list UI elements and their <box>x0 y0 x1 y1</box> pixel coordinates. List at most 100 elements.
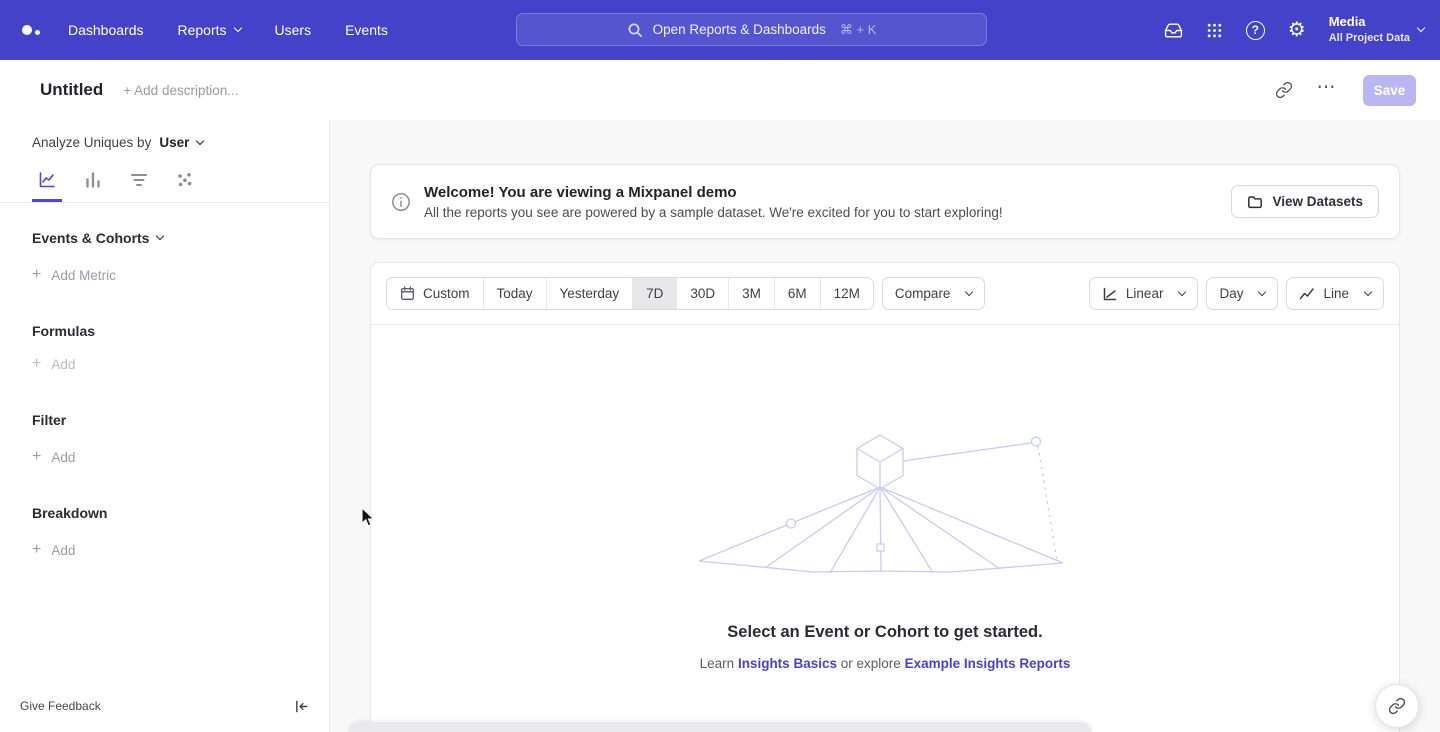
logo-dot-small <box>35 30 40 35</box>
date-range-yesterday[interactable]: Yesterday <box>546 278 633 309</box>
mixpanel-app: Dashboards Reports Users Events Open Rep… <box>0 0 1440 732</box>
compare-button[interactable]: Compare <box>882 277 986 310</box>
linear-scale-icon <box>1102 286 1118 302</box>
view-datasets-button[interactable]: View Datasets <box>1231 185 1379 218</box>
breakdown-section: Breakdown <box>32 505 329 521</box>
date-range-today[interactable]: Today <box>483 278 546 309</box>
bar-chart-tab[interactable] <box>78 160 108 202</box>
chart-type-label: Line <box>1323 286 1349 301</box>
add-filter-button[interactable]: + Add <box>32 449 75 465</box>
report-header-actions: ⋯ Save <box>1267 73 1416 107</box>
example-insights-reports-link[interactable]: Example Insights Reports <box>905 656 1071 671</box>
add-breakdown-button[interactable]: + Add <box>32 542 75 558</box>
date-range-label: Yesterday <box>560 286 620 301</box>
empty-state-illustration <box>695 425 1075 577</box>
interval-select[interactable]: Day <box>1206 277 1278 310</box>
date-range-label: 7D <box>646 286 663 301</box>
gear-glyph: ⚙ <box>1288 20 1306 40</box>
help-question-glyph: ? <box>1246 21 1265 40</box>
scatter-chart-tab[interactable] <box>170 160 200 202</box>
date-range-3m[interactable]: 3M <box>728 278 774 309</box>
formulas-label: Formulas <box>32 323 95 339</box>
add-formula-button[interactable]: + Add <box>32 356 75 372</box>
global-search-button[interactable]: Open Reports & Dashboards ⌘ + K <box>516 13 987 46</box>
insights-basics-link[interactable]: Insights Basics <box>738 656 837 671</box>
apps-grid-icon[interactable] <box>1206 22 1223 39</box>
chart-toolbar: Custom Today Yesterday 7D 30D 3M 6M 12M … <box>371 263 1399 325</box>
collapse-sidebar-icon[interactable] <box>294 699 309 714</box>
project-dataset: All Project Data <box>1329 31 1410 45</box>
formulas-header[interactable]: Formulas <box>32 323 95 339</box>
date-range-label: Custom <box>423 286 470 301</box>
empty-state-subtitle: Learn Insights Basics or explore Example… <box>700 656 1071 671</box>
settings-gear-icon[interactable]: ⚙ <box>1288 20 1306 40</box>
chevron-down-icon <box>196 136 204 144</box>
mixpanel-logo[interactable] <box>22 25 40 35</box>
breakdown-header[interactable]: Breakdown <box>32 505 107 521</box>
add-metric-button[interactable]: + Add Metric <box>32 267 116 283</box>
sidebar-footer: Give Feedback <box>0 688 329 732</box>
search-icon <box>627 22 643 38</box>
give-feedback-link[interactable]: Give Feedback <box>20 699 101 713</box>
date-range-7d[interactable]: 7D <box>632 278 676 309</box>
analyze-by-select[interactable]: User <box>159 135 203 150</box>
more-options-icon[interactable]: ⋯ <box>1309 73 1343 107</box>
welcome-banner: Welcome! You are viewing a Mixpanel demo… <box>370 164 1400 239</box>
chart-type-select[interactable]: Line <box>1286 277 1384 310</box>
analyze-uniques-row: Analyze Uniques by User <box>0 120 329 160</box>
learn-prefix: Learn <box>700 656 735 671</box>
bottom-panel-peek[interactable] <box>348 722 1092 732</box>
chevron-down-icon <box>1364 287 1372 295</box>
insights-report-card: Custom Today Yesterday 7D 30D 3M 6M 12M … <box>370 262 1400 732</box>
report-title[interactable]: Untitled <box>40 80 103 100</box>
chevron-down-icon <box>233 24 241 32</box>
folder-icon <box>1247 194 1263 210</box>
nav-reports[interactable]: Reports <box>178 22 241 38</box>
date-range-30d[interactable]: 30D <box>676 278 728 309</box>
nav-users[interactable]: Users <box>275 22 312 38</box>
link-icon <box>1388 697 1406 715</box>
funnel-chart-tab[interactable] <box>124 160 154 202</box>
date-range-label: 3M <box>742 286 761 301</box>
filter-section: Filter <box>32 412 329 428</box>
plus-icon: + <box>32 449 41 465</box>
plus-icon: + <box>32 356 41 372</box>
date-range-label: 12M <box>834 286 860 301</box>
date-range-6m[interactable]: 6M <box>774 278 820 309</box>
share-link-fab[interactable] <box>1375 684 1419 728</box>
chevron-down-icon <box>1417 24 1425 32</box>
inbox-icon[interactable] <box>1164 21 1183 40</box>
topnav-actions: ? ⚙ Media All Project Data <box>1164 0 1424 60</box>
events-cohorts-section: Events & Cohorts <box>32 230 329 246</box>
add-metric-label: Add Metric <box>51 268 116 283</box>
save-button[interactable]: Save <box>1363 75 1416 106</box>
top-navigation-bar: Dashboards Reports Users Events Open Rep… <box>0 0 1440 60</box>
formulas-section: Formulas <box>32 323 329 339</box>
calendar-icon <box>400 286 415 301</box>
empty-state-title: Select an Event or Cohort to get started… <box>727 623 1042 642</box>
add-description-placeholder[interactable]: + Add description... <box>123 83 238 98</box>
events-cohorts-label: Events & Cohorts <box>32 230 149 246</box>
filter-header[interactable]: Filter <box>32 412 66 428</box>
empty-state: Select an Event or Cohort to get started… <box>371 425 1399 671</box>
date-range-12m[interactable]: 12M <box>820 278 873 309</box>
copy-link-icon[interactable] <box>1267 73 1301 107</box>
chart-type-tabs <box>0 160 329 203</box>
scale-select[interactable]: Linear <box>1089 277 1199 310</box>
help-icon[interactable]: ? <box>1246 21 1265 40</box>
chart-display-controls: Linear Day Line <box>1089 277 1384 310</box>
nav-events[interactable]: Events <box>345 22 388 38</box>
interval-label: Day <box>1219 286 1243 301</box>
add-breakdown-label: Add <box>51 543 75 558</box>
analyze-uniques-label: Analyze Uniques by <box>32 135 151 150</box>
project-selector[interactable]: Media All Project Data <box>1329 14 1424 45</box>
date-range-label: Today <box>497 286 533 301</box>
events-cohorts-header[interactable]: Events & Cohorts <box>32 230 163 246</box>
date-range-custom[interactable]: Custom <box>387 278 483 309</box>
nav-dashboards[interactable]: Dashboards <box>68 22 144 38</box>
add-filter-label: Add <box>51 450 75 465</box>
insights-line-chart-tab[interactable] <box>32 160 62 202</box>
scale-label: Linear <box>1126 286 1164 301</box>
welcome-title: Welcome! You are viewing a Mixpanel demo <box>424 184 1003 201</box>
line-chart-icon <box>1299 286 1315 302</box>
